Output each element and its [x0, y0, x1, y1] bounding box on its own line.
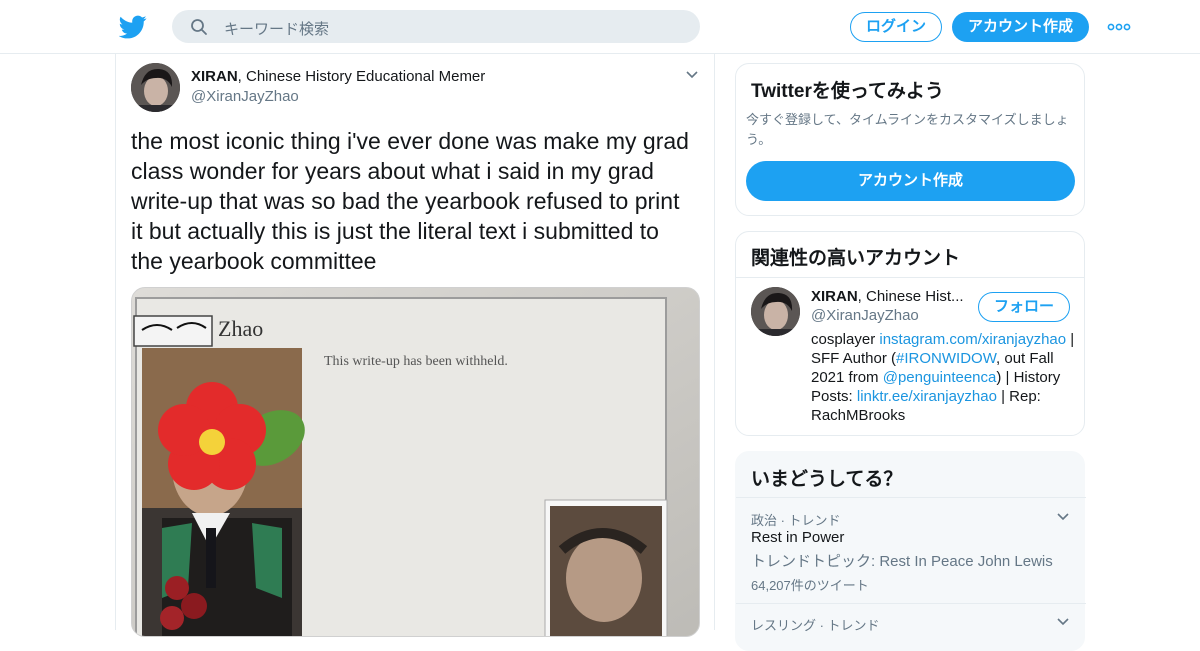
related-account-handle[interactable]: @XiranJayZhao: [811, 307, 919, 324]
author-name[interactable]: XIRAN, Chinese History Educational Memer: [191, 68, 485, 85]
login-button[interactable]: ログイン: [850, 12, 942, 42]
trend-meta: 政治 · トレンド: [751, 513, 841, 528]
try-twitter-card: Twitterを使ってみよう 今すぐ登録して、タイムラインをカスタマイズしましょ…: [735, 63, 1085, 216]
signup-button[interactable]: アカウント作成: [952, 12, 1089, 42]
author-avatar[interactable]: [131, 63, 180, 112]
bio-link-hashtag[interactable]: #IRONWIDOW: [896, 350, 996, 367]
tweet-text: the most iconic thing i've ever done was…: [131, 128, 689, 274]
try-twitter-description: 今すぐ登録して、タイムラインをカスタマイズしましょう。: [746, 112, 1069, 147]
bio-link-linktree[interactable]: linktr.ee/xiranjayzhao: [857, 388, 997, 405]
divider: [736, 497, 1086, 498]
divider: [736, 603, 1086, 604]
related-accounts-title: 関連性の高いアカウント: [751, 248, 961, 269]
search-icon: [191, 19, 207, 35]
photo-caption-text: This write-up has been withheld.: [324, 354, 508, 369]
related-accounts-card: 関連性の高いアカウント XIRAN, Chinese Hist... @Xira…: [735, 231, 1085, 436]
yearbook-photo-illustration: Zhao This write-up has been withheld.: [132, 288, 699, 636]
related-account-name[interactable]: XIRAN, Chinese Hist...: [811, 288, 964, 305]
signup-button-large[interactable]: アカウント作成: [746, 161, 1075, 201]
trend-topic[interactable]: トレンドトピック: Rest In Peace John Lewis: [751, 550, 1053, 571]
divider: [736, 277, 1084, 278]
trend-meta: レスリング · トレンド: [751, 618, 880, 633]
search-input[interactable]: キーワード検索: [224, 18, 329, 39]
more-options-icon[interactable]: [1107, 22, 1131, 32]
top-bar: キーワード検索 ログイン アカウント作成: [0, 0, 1200, 54]
trends-card: いまどうしてる？ 政治 · トレンド Rest in Power トレンドトピッ…: [735, 451, 1086, 651]
trend-tweet-count: 64,207件のツイート: [751, 578, 869, 593]
try-twitter-title: Twitterを使ってみよう: [751, 81, 944, 102]
tweet-column: XIRAN, Chinese History Educational Memer…: [115, 54, 715, 637]
trend-name[interactable]: Rest in Power: [751, 529, 844, 546]
search-bar[interactable]: キーワード検索: [172, 10, 700, 43]
chevron-down-icon[interactable]: [1056, 512, 1070, 522]
bio-link-mention[interactable]: @penguinteenca: [883, 369, 997, 386]
chevron-down-icon[interactable]: [685, 70, 699, 80]
tweet-photo[interactable]: Zhao This write-up has been withheld.: [131, 287, 700, 637]
follow-button[interactable]: フォロー: [978, 292, 1070, 322]
twitter-logo-icon[interactable]: [119, 13, 147, 41]
bio-link-instagram[interactable]: instagram.com/xiranjayzhao: [879, 331, 1066, 348]
avatar-image: [751, 287, 800, 336]
author-handle[interactable]: @XiranJayZhao: [191, 88, 299, 105]
avatar-image: [131, 63, 180, 112]
related-account-bio: cosplayer instagram.com/xiranjayzhao | S…: [811, 331, 1075, 424]
chevron-down-icon[interactable]: [1056, 617, 1070, 627]
photo-caption-name: Zhao: [218, 316, 263, 341]
trends-title: いまどうしてる？: [751, 469, 903, 490]
related-account-avatar[interactable]: [751, 287, 800, 336]
